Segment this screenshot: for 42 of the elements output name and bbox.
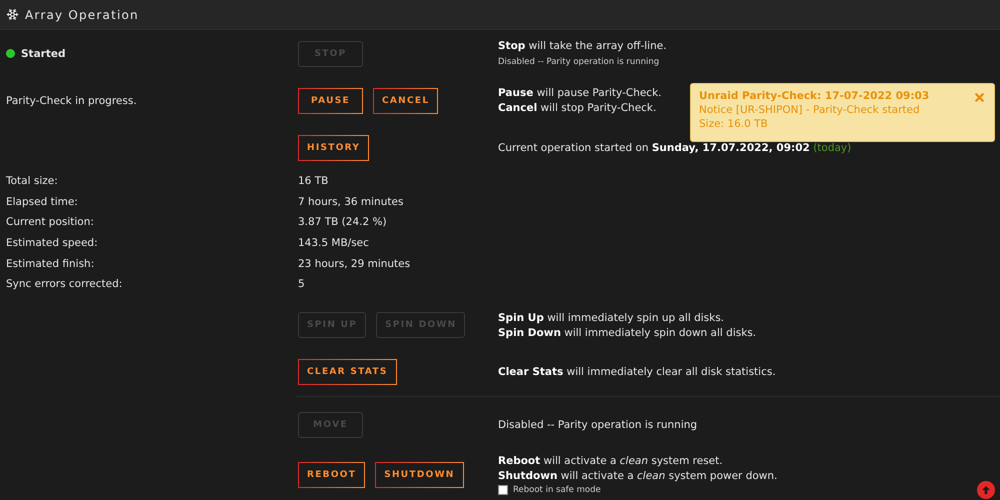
up-arrow-icon [981,485,991,495]
description-text: Shutdown will activate a clean system power down. [498,470,778,482]
action-button[interactable]: PAUSE [298,88,363,114]
notification-text: Notice [UR-SHIPON] - Parity-Check started [699,104,921,116]
stat-value: 7 hours, 36 minutes [298,196,404,208]
description-text: Spin Up will immediately spin up all disks. [498,312,724,324]
operation-status-text: Parity-Check in progress. [6,94,137,106]
today-label: (today) [813,142,852,154]
status-label: Started [21,48,66,60]
action-button[interactable]: CANCEL [373,88,438,114]
description-text: Disabled -- Parity operation is running [498,419,698,432]
stat-value: 16 TB [298,175,328,188]
stat-value: 3.87 TB (24.2 %) [298,216,387,228]
stat-label: Sync errors corrected: [5,278,124,290]
action-button[interactable]: REBOOT [298,462,366,488]
description-text: Reboot will activate a clean system reset. [498,454,723,467]
notification-title: Unraid Parity-Check: 17-07-2022 09:03 [699,90,930,102]
stat-label: Estimated speed: [5,237,99,250]
description-text: Stop will take the array off-line. [498,40,667,52]
section-title: Array Operation [25,8,139,22]
scroll-top-button[interactable] [977,481,995,499]
description-text: Clear Stats will immediately clear all disk statistics. [498,366,776,378]
description-text: Cancel will stop Parity-Check. [498,102,656,114]
notification-text: Size: 16.0 TB [699,118,769,130]
stat-label: Estimated finish: [5,258,96,270]
close-icon[interactable] [973,91,986,104]
action-button[interactable]: HISTORY [298,134,370,160]
stat-label: Elapsed time: [5,196,79,208]
action-button[interactable]: SHUTDOWN [375,462,464,488]
stat-value: 5 [298,278,305,290]
description-text: Disabled -- Parity operation is running [498,57,660,67]
checkbox-label: Reboot in safe mode [513,484,601,495]
safe-mode-checkbox[interactable] [498,484,508,495]
description-text: Spin Down will immediately spin down all disks. [498,326,756,339]
stat-value: 23 hours, 29 minutes [298,258,410,270]
stat-label: Total size: [5,175,59,188]
snowflake-icon [6,8,19,21]
description-text: Current operation started on Sunday, 17.07.2022, 09:02 [498,142,810,154]
description-text: Pause will pause Parity-Check. [498,87,662,99]
action-button[interactable]: CLEAR STATS [298,359,397,386]
stat-label: Current position: [5,216,95,228]
stat-value: 143.5 MB/sec [298,237,369,250]
